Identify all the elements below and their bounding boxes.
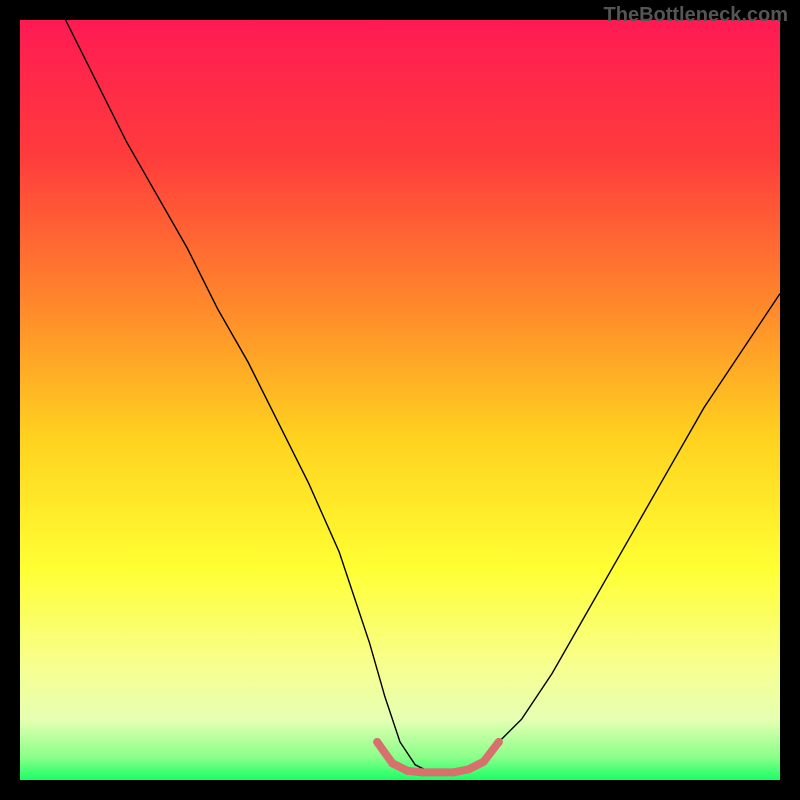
optimal-zone-dots xyxy=(419,768,427,776)
optimal-zone-dots xyxy=(388,759,396,767)
optimal-zone-dots xyxy=(434,768,442,776)
watermark-text: TheBottleneck.com xyxy=(604,4,788,27)
optimal-zone-dots xyxy=(404,767,412,775)
chart-background xyxy=(20,20,780,780)
bottleneck-chart xyxy=(20,20,780,780)
chart-container xyxy=(20,20,780,780)
optimal-zone-dots xyxy=(464,765,472,773)
optimal-zone-dots xyxy=(449,768,457,776)
optimal-zone-dots xyxy=(495,738,503,746)
optimal-zone-dots xyxy=(373,738,381,746)
optimal-zone-dots xyxy=(480,758,488,766)
